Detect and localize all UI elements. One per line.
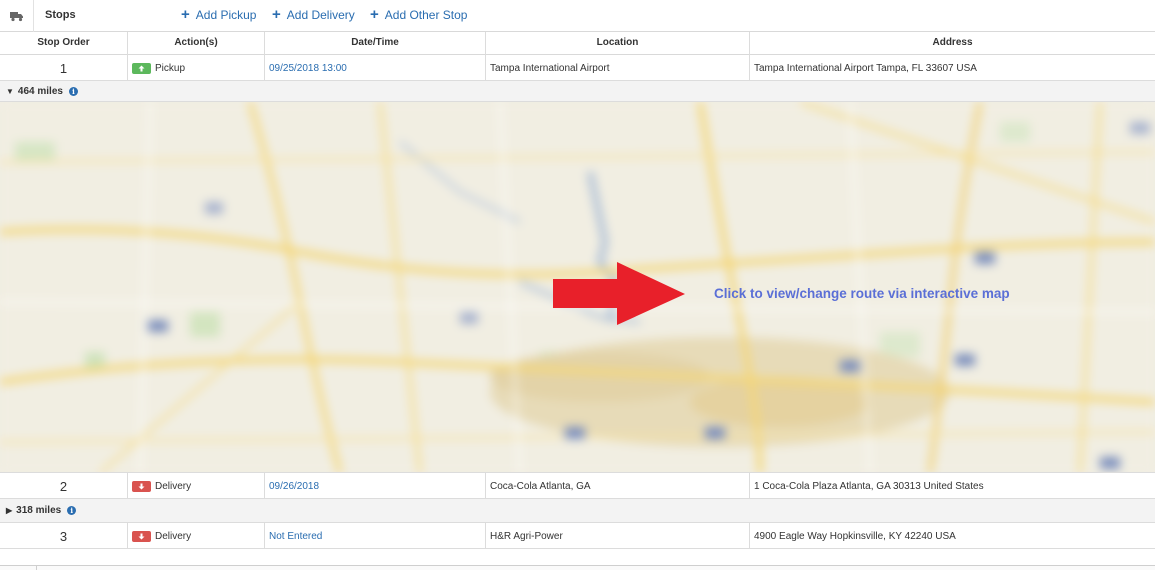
stops-title: Stops: [45, 9, 76, 21]
leg-toggle[interactable]: ▶ 318 miles i: [0, 499, 1155, 523]
caret-right-icon: ▶: [6, 506, 13, 515]
add-other-stop-label: Add Other Stop: [384, 8, 468, 22]
stop-address: Tampa International Airport Tampa, FL 33…: [754, 62, 977, 74]
leg-toggle[interactable]: ▼ 464 miles i: [0, 81, 1155, 102]
stop-datetime-link[interactable]: 09/26/2018: [265, 473, 486, 499]
stops-table-header: Stop Order Action(s) Date/Time Location …: [0, 32, 1155, 55]
arrow-down-icon: [138, 483, 145, 489]
column-header-location: Location: [486, 32, 750, 55]
map-cta-text[interactable]: Click to view/change route via interacti…: [714, 286, 1010, 301]
caret-down-icon: ▼: [6, 86, 14, 96]
plus-icon: +: [181, 6, 190, 23]
stop-location: H&R Agri-Power: [486, 523, 750, 549]
column-header-address: Address: [932, 37, 973, 48]
info-icon[interactable]: i: [68, 86, 78, 96]
stop-order: 3: [0, 523, 128, 549]
route-map[interactable]: Click to view/change route via interacti…: [0, 102, 1155, 473]
stop-datetime-link[interactable]: Not Entered: [265, 523, 486, 549]
stop-address: 4900 Eagle Way Hopkinsville, KY 42240 US…: [754, 530, 956, 542]
leg-miles: 464 miles: [17, 85, 63, 97]
stops-toolbar: Stops + Add Pickup + Add Delivery + Add …: [0, 0, 1155, 32]
stop-action: Pickup: [128, 55, 265, 81]
add-delivery-button[interactable]: + Add Delivery: [272, 6, 355, 23]
stop-datetime-link[interactable]: 09/25/2018 13:00: [265, 55, 486, 81]
plus-icon: +: [272, 6, 281, 23]
delivery-badge: [132, 480, 151, 492]
truck-icon: [9, 11, 23, 21]
arrow-down-icon: [138, 533, 145, 539]
action-label: Delivery: [155, 480, 192, 492]
stop-action: Delivery: [128, 523, 265, 549]
stop-order: 2: [0, 473, 128, 499]
leg-miles: 318 miles: [16, 505, 62, 516]
stop-action: Delivery: [128, 473, 265, 499]
add-other-stop-button[interactable]: + Add Other Stop: [370, 6, 468, 23]
stop-order: 1: [0, 55, 128, 81]
add-delivery-label: Add Delivery: [286, 8, 355, 22]
stop-address: 1 Coca-Cola Plaza Atlanta, GA 30313 Unit…: [754, 480, 984, 492]
add-pickup-button[interactable]: + Add Pickup: [181, 6, 257, 23]
add-pickup-label: Add Pickup: [195, 8, 257, 22]
plus-icon: +: [370, 6, 379, 23]
action-label: Pickup: [155, 62, 186, 74]
column-header-stop-order: Stop Order: [0, 32, 128, 55]
action-label: Delivery: [155, 530, 192, 542]
pickup-badge: [132, 62, 151, 74]
arrow-up-icon: [138, 65, 145, 71]
stop-location: Tampa International Airport: [486, 55, 750, 81]
table-row: 2 Delivery 09/26/2018 Coca-Cola Atlanta,…: [0, 473, 1155, 499]
column-header-datetime: Date/Time: [265, 32, 486, 55]
column-header-actions: Action(s): [128, 32, 265, 55]
info-icon[interactable]: i: [67, 506, 77, 515]
table-row: 1 Pickup 09/25/2018 13:00 Tampa Internat…: [0, 55, 1155, 81]
delivery-badge: [132, 530, 151, 542]
bottom-scroll-edge: [0, 565, 1155, 570]
divider: [36, 566, 37, 570]
stop-location: Coca-Cola Atlanta, GA: [486, 473, 750, 499]
truck-icon-box: [0, 0, 34, 32]
arrow-right-icon: [553, 262, 685, 325]
table-row: 3 Delivery Not Entered H&R Agri-Power 49…: [0, 523, 1155, 549]
